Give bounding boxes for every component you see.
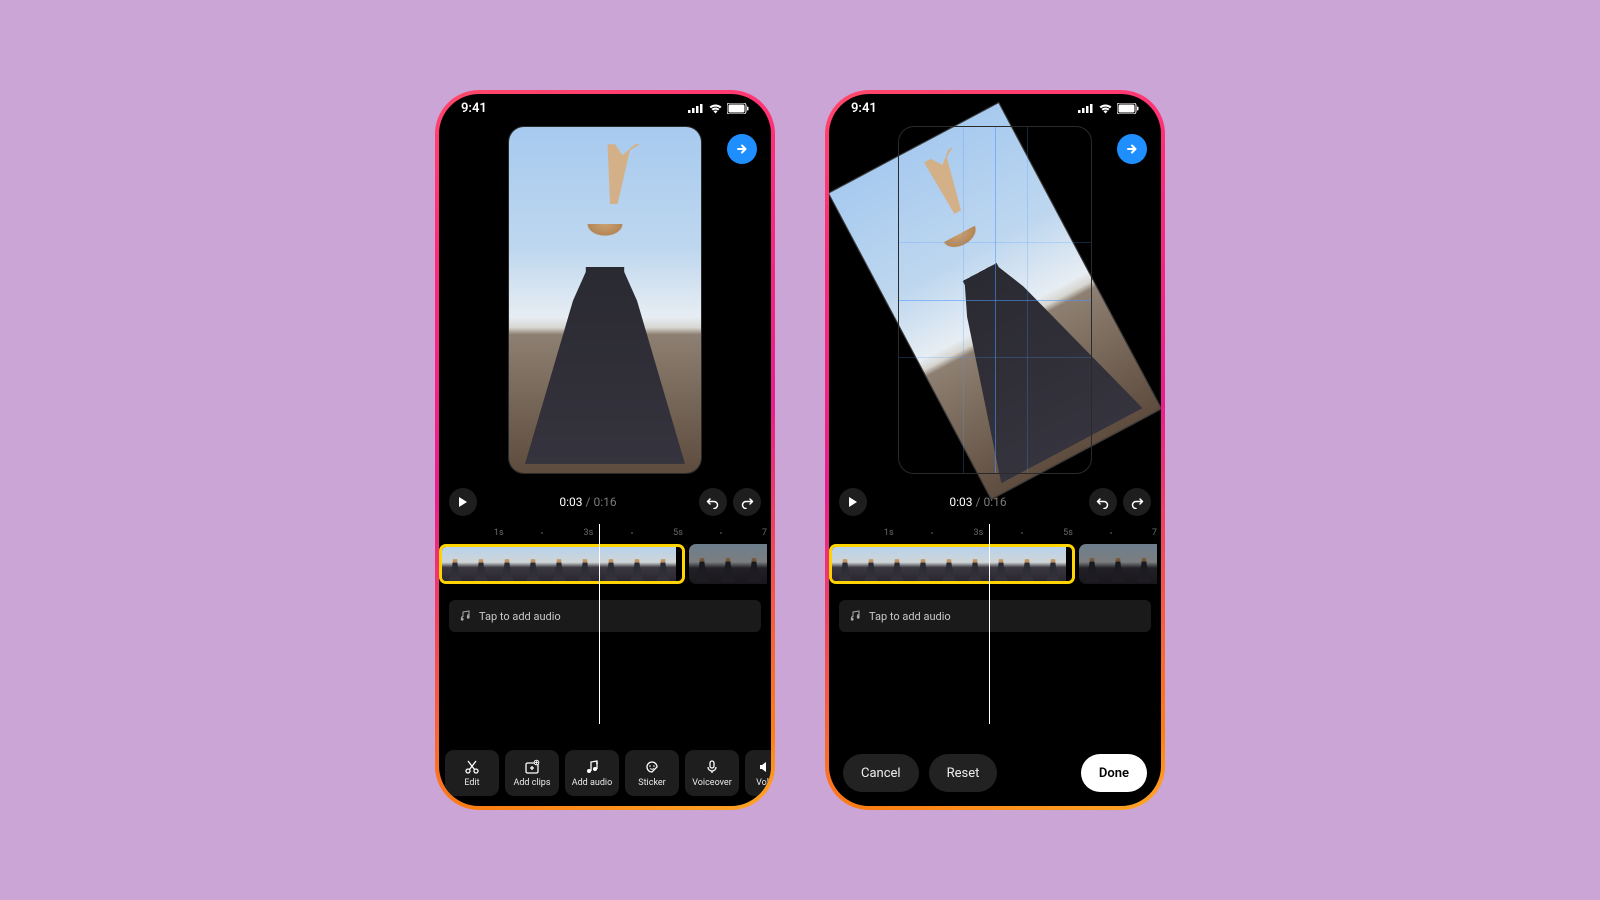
clip-selected[interactable] [439,544,685,584]
cancel-button[interactable]: Cancel [843,754,919,792]
battery-icon [1117,103,1139,114]
wifi-icon [708,103,723,114]
screen: 9:41 [829,94,1161,806]
tool-add-clips[interactable]: Add clips [505,750,559,796]
timeline[interactable] [829,542,1161,586]
preview-image [509,127,701,473]
add-audio-label: Tap to add audio [479,610,561,623]
screen: 9:41 0:03 / [439,94,771,806]
cellular-icon [688,103,704,113]
sticker-icon [644,759,660,775]
tool-label: Sticker [638,778,665,788]
play-icon [848,496,858,508]
next-button[interactable] [1117,134,1147,164]
undo-icon [1096,495,1110,509]
playhead[interactable] [989,524,990,724]
tool-label: Edit [464,778,479,788]
reset-button[interactable]: Reset [929,754,998,792]
arrow-right-icon [735,142,749,156]
preview-area [439,122,771,480]
current-time: 0:03 [559,495,582,509]
cellular-icon [1078,103,1094,113]
phone-mockup-crop: 9:41 [825,90,1165,810]
preview-frame[interactable] [508,126,702,474]
ruler-tick: 1s [494,528,504,538]
clip-selected[interactable] [829,544,1075,584]
playback-row: 0:03 / 0:16 [439,480,771,524]
tool-label: Volu [756,778,771,788]
undo-icon [706,495,720,509]
status-bar: 9:41 [439,94,771,122]
duration: 0:16 [593,495,616,509]
add-clip-icon [524,759,540,775]
play-button[interactable] [839,488,867,516]
undo-button[interactable] [699,488,727,516]
undo-button[interactable] [1089,488,1117,516]
tool-add-audio[interactable]: Add audio [565,750,619,796]
playhead[interactable] [599,524,600,724]
ruler-tick: 1s [884,528,894,538]
add-audio-label: Tap to add audio [869,610,951,623]
status-time: 9:41 [851,101,877,116]
speaker-icon [757,759,771,775]
timeline-ruler: 1s 3s 5s 7 [829,524,1161,542]
clip[interactable] [689,544,771,584]
crop-grid [899,127,1091,473]
arrow-right-icon [1125,142,1139,156]
ruler-tick: 3s [584,528,594,538]
ruler-tick: 7 [1152,528,1157,538]
redo-icon [1130,495,1144,509]
add-audio-icon [584,759,600,775]
play-icon [458,496,468,508]
status-indicators [688,103,749,114]
scissors-icon [464,759,480,775]
redo-button[interactable] [733,488,761,516]
music-note-icon [459,610,471,622]
current-time: 0:03 [949,495,972,509]
time-display: 0:03 / 0:16 [873,495,1083,509]
toolbar: Edit Add clips Add audio Sticker Voiceov… [445,750,771,796]
tool-label: Add audio [572,778,613,788]
done-button[interactable]: Done [1081,754,1147,792]
time-display: 0:03 / 0:16 [483,495,693,509]
tool-label: Add clips [513,778,550,788]
crop-area [829,122,1161,480]
phone-mockup-editor: 9:41 0:03 / [435,90,775,810]
add-audio-row[interactable]: Tap to add audio [839,600,1151,632]
next-button[interactable] [727,134,757,164]
ruler-tick: 5s [1063,528,1073,538]
action-bar: Cancel Reset Done [843,754,1147,792]
clip[interactable] [1079,544,1161,584]
crop-frame[interactable] [898,126,1092,474]
timeline[interactable] [439,542,771,586]
status-time: 9:41 [461,101,487,116]
timeline-ruler: 1s 3s 5s 7 [439,524,771,542]
tool-sticker[interactable]: Sticker [625,750,679,796]
tool-voiceover[interactable]: Voiceover [685,750,739,796]
mic-icon [704,759,720,775]
redo-icon [740,495,754,509]
tool-edit[interactable]: Edit [445,750,499,796]
redo-button[interactable] [1123,488,1151,516]
play-button[interactable] [449,488,477,516]
tool-label: Voiceover [692,778,732,788]
status-indicators [1078,103,1139,114]
music-note-icon [849,610,861,622]
ruler-tick: 7 [762,528,767,538]
battery-icon [727,103,749,114]
wifi-icon [1098,103,1113,114]
ruler-tick: 3s [974,528,984,538]
tool-volume[interactable]: Volu [745,750,771,796]
ruler-tick: 5s [673,528,683,538]
add-audio-row[interactable]: Tap to add audio [449,600,761,632]
